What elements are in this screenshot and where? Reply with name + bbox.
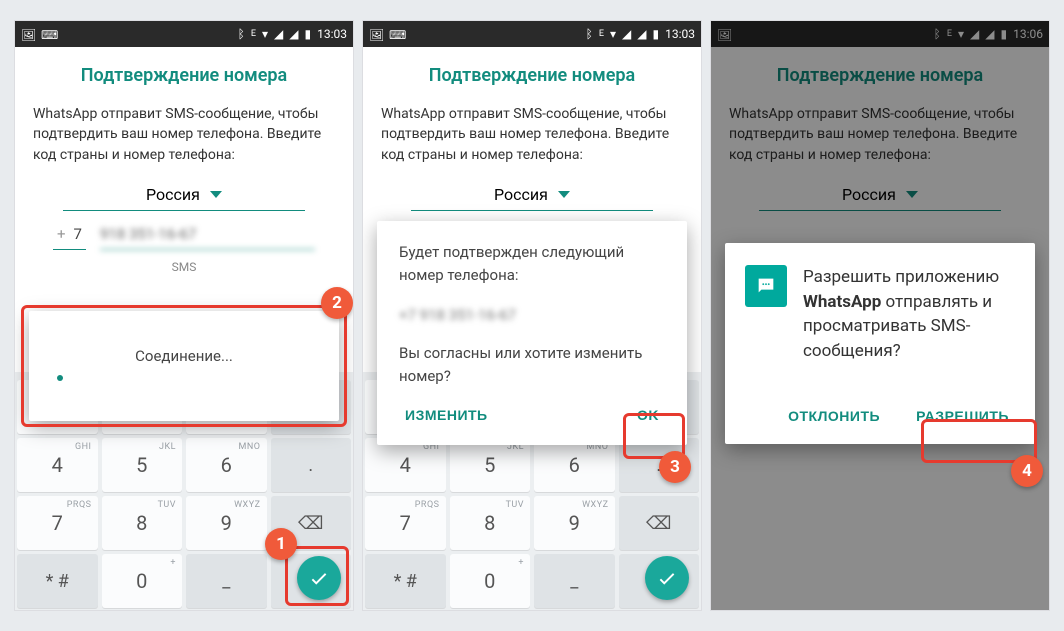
notif-picture-icon: 🖼 bbox=[369, 28, 383, 40]
callout-num-3: 3 bbox=[659, 451, 691, 483]
wifi-icon: ▾ bbox=[958, 27, 964, 41]
country-selector[interactable]: Россия bbox=[759, 185, 1001, 211]
screenshot-3: 🖼 ᛒ E ▾ ◢ ◢ ▮ 13:06 Подтверждение номера… bbox=[710, 20, 1050, 611]
net-e-icon: E bbox=[599, 29, 604, 39]
callout-num-2: 2 bbox=[321, 287, 353, 319]
connecting-dialog: Соединение... bbox=[29, 311, 339, 421]
country-selector[interactable]: Россия bbox=[411, 185, 653, 211]
page-title: Подтверждение номера bbox=[729, 65, 1031, 86]
country-label: Россия bbox=[494, 185, 548, 204]
country-code-input[interactable]: + 7 bbox=[53, 225, 86, 250]
check-icon bbox=[656, 567, 678, 589]
key-9[interactable]: 9WXYZ bbox=[186, 496, 267, 550]
key-0[interactable]: 0+ bbox=[102, 554, 183, 608]
status-bar: 🖼 ⌨ ᛒ E ▾ ◢ ◢ ▮ 13:03 bbox=[15, 21, 353, 47]
key-7[interactable]: 7PRQS bbox=[365, 496, 446, 550]
country-label: Россия bbox=[146, 185, 200, 204]
key-0[interactable]: 0+ bbox=[450, 554, 531, 608]
submit-fab[interactable] bbox=[297, 556, 341, 600]
battery-icon: ▮ bbox=[305, 27, 312, 41]
key-5[interactable]: 5JKL bbox=[102, 438, 183, 492]
confirm-number: +7 918 351-16-67 bbox=[399, 306, 665, 324]
page-title: Подтверждение номера bbox=[381, 65, 683, 86]
allow-button[interactable]: РАЗРЕШИТЬ bbox=[910, 398, 1015, 434]
spinner-icon bbox=[57, 375, 63, 381]
key-8[interactable]: 8TUV bbox=[102, 496, 183, 550]
signal-icon-2: ◢ bbox=[289, 27, 298, 41]
chevron-down-icon bbox=[210, 191, 222, 198]
key-9[interactable]: 9WXYZ bbox=[534, 496, 615, 550]
signal-icon: ◢ bbox=[622, 27, 631, 41]
clock: 13:03 bbox=[317, 27, 347, 41]
callout-num-4: 4 bbox=[1011, 455, 1043, 487]
net-e-icon: E bbox=[251, 29, 256, 39]
country-selector[interactable]: Россия bbox=[63, 185, 305, 211]
notif-picture-icon: 🖼 bbox=[21, 28, 35, 40]
country-label: Россия bbox=[842, 185, 896, 204]
key-sym[interactable]: * # bbox=[17, 554, 98, 608]
chevron-down-icon bbox=[906, 191, 918, 198]
wifi-icon: ▾ bbox=[262, 27, 268, 41]
status-bar: 🖼 ᛒ E ▾ ◢ ◢ ▮ 13:06 bbox=[711, 21, 1049, 47]
key-4[interactable]: 4GHI bbox=[365, 438, 446, 492]
key-6[interactable]: 6MNO bbox=[534, 438, 615, 492]
country-code: 7 bbox=[74, 225, 82, 243]
key-6[interactable]: 6MNO bbox=[186, 438, 267, 492]
page-blurb: WhatsApp отправит SMS-сообщение, чтобы п… bbox=[33, 104, 335, 165]
permission-text: Разрешить приложению WhatsApp отправлять… bbox=[803, 265, 1015, 364]
page-title: Подтверждение номера bbox=[33, 65, 335, 86]
signal-icon-2: ◢ bbox=[637, 27, 646, 41]
confirm-msg-1: Будет подтвержден следующий номер телефо… bbox=[399, 241, 665, 286]
phone-number-input[interactable]: 918 351-16-67 bbox=[100, 225, 315, 250]
key-backspace[interactable]: ⌫ bbox=[619, 496, 700, 550]
wifi-icon: ▾ bbox=[610, 27, 616, 41]
status-bar: 🖼 ⌨ ᛒ E ▾ ◢ ◢ ▮ 13:03 bbox=[363, 21, 701, 47]
page-blurb: WhatsApp отправит SMS-сообщение, чтобы п… bbox=[381, 104, 683, 165]
bt-icon: ᛒ bbox=[586, 27, 593, 41]
screenshot-1: 🖼 ⌨ ᛒ E ▾ ◢ ◢ ▮ 13:03 Подтверждение номе… bbox=[14, 20, 354, 611]
clock: 13:03 bbox=[665, 27, 695, 41]
sms-note: SMS bbox=[33, 260, 335, 274]
callout-num-1: 1 bbox=[265, 528, 297, 560]
key-5[interactable]: 5JKL bbox=[450, 438, 531, 492]
plus-sign: + bbox=[57, 225, 66, 243]
change-button[interactable]: ИЗМЕНИТЬ bbox=[399, 397, 494, 433]
signal-icon: ◢ bbox=[970, 27, 979, 41]
bt-icon: ᛒ bbox=[934, 27, 941, 41]
screenshot-2: 🖼 ⌨ ᛒ E ▾ ◢ ◢ ▮ 13:03 Подтверждение номе… bbox=[362, 20, 702, 611]
confirm-msg-2: Вы согласны или хотите изменить номер? bbox=[399, 342, 665, 387]
signal-icon: ◢ bbox=[274, 27, 283, 41]
chevron-down-icon bbox=[558, 191, 570, 198]
key-dot[interactable]: . bbox=[271, 438, 352, 492]
permission-dialog: Разрешить приложению WhatsApp отправлять… bbox=[725, 243, 1035, 444]
ok-button[interactable]: OK bbox=[631, 397, 665, 433]
signal-icon-2: ◢ bbox=[985, 27, 994, 41]
page-blurb: WhatsApp отправит SMS-сообщение, чтобы п… bbox=[729, 104, 1031, 165]
key-space[interactable]: _ bbox=[534, 554, 615, 608]
key-7[interactable]: 7PRQS bbox=[17, 496, 98, 550]
submit-fab[interactable] bbox=[645, 556, 689, 600]
connecting-text: Соединение... bbox=[51, 347, 317, 365]
deny-button[interactable]: ОТКЛОНИТЬ bbox=[782, 398, 886, 434]
battery-icon: ▮ bbox=[1001, 27, 1008, 41]
net-e-icon: E bbox=[947, 29, 952, 39]
chat-bubble-icon bbox=[755, 275, 777, 297]
notif-keyboard-icon: ⌨ bbox=[389, 28, 403, 40]
notif-picture-icon: 🖼 bbox=[717, 28, 731, 40]
key-8[interactable]: 8TUV bbox=[450, 496, 531, 550]
key-4[interactable]: 4GHI bbox=[17, 438, 98, 492]
key-space[interactable]: _ bbox=[186, 554, 267, 608]
key-sym[interactable]: * # bbox=[365, 554, 446, 608]
notif-keyboard-icon: ⌨ bbox=[41, 28, 55, 40]
sms-permission-icon bbox=[745, 265, 787, 307]
clock: 13:06 bbox=[1013, 27, 1043, 41]
bt-icon: ᛒ bbox=[238, 27, 245, 41]
confirm-number-dialog: Будет подтвержден следующий номер телефо… bbox=[377, 221, 687, 445]
check-icon bbox=[308, 567, 330, 589]
battery-icon: ▮ bbox=[653, 27, 660, 41]
